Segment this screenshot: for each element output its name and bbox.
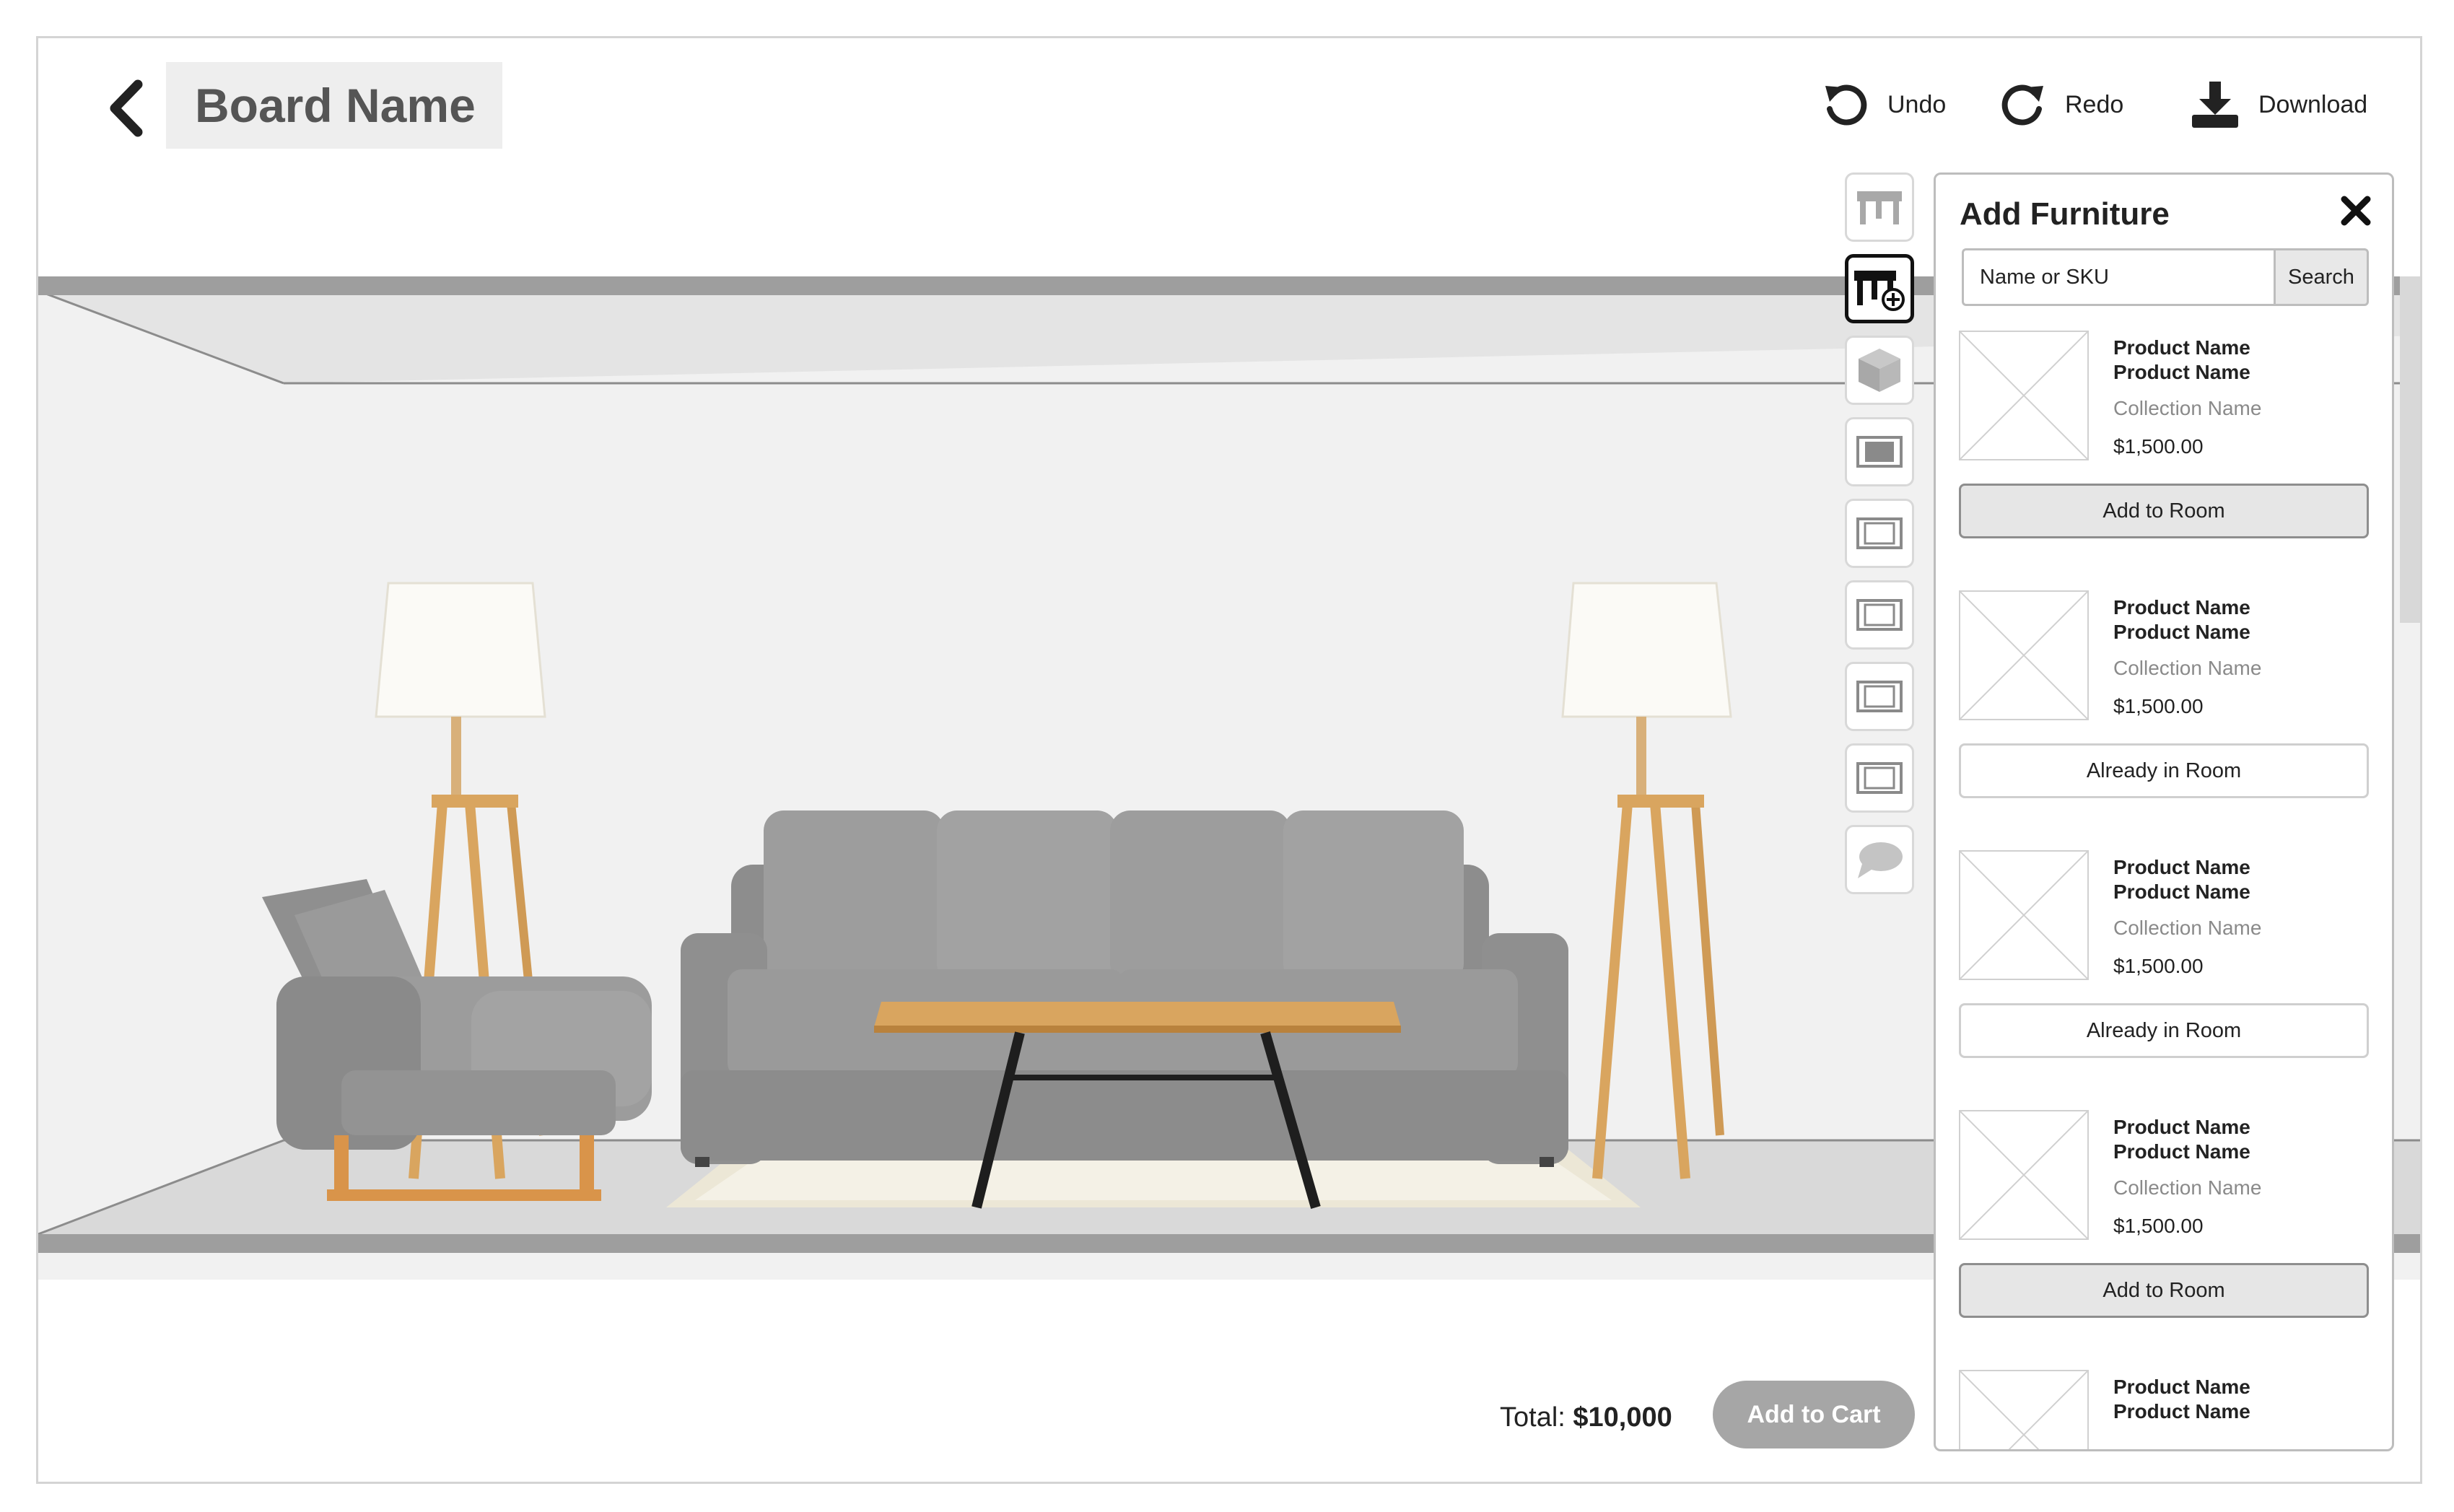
product-name: Product Name xyxy=(2113,880,2250,903)
right-floor-lamp xyxy=(1561,582,1732,1179)
already-in-room-button[interactable]: Already in Room xyxy=(1959,1003,2369,1058)
collection-name: Collection Name xyxy=(2113,917,2262,939)
redo-label: Redo xyxy=(2065,90,2124,118)
product-image-placeholder xyxy=(1959,1370,2089,1449)
frame-icon xyxy=(1856,599,1903,631)
add-furniture-tool[interactable] xyxy=(1845,254,1914,323)
already-in-room-button[interactable]: Already in Room xyxy=(1959,743,2369,798)
product-image-placeholder xyxy=(1959,590,2089,720)
chevron-left-icon xyxy=(110,79,143,137)
frame-icon xyxy=(1856,762,1903,794)
download-label: Download xyxy=(2258,90,2368,118)
search-row: Search xyxy=(1962,248,2369,306)
collection-name: Collection Name xyxy=(2113,657,2262,679)
product-image-placeholder xyxy=(1959,850,2089,980)
product-name: Product Name xyxy=(2113,1116,2250,1138)
undo-icon xyxy=(1825,84,1867,126)
total-label: Total: xyxy=(1500,1402,1566,1433)
product-name: Product Name xyxy=(2113,336,2250,359)
page-scrollbar[interactable] xyxy=(2400,276,2420,623)
sofa xyxy=(681,810,1568,1167)
close-panel-button[interactable] xyxy=(2340,195,2372,227)
product-name: Product Name xyxy=(2113,1376,2250,1398)
ceiling-diagonal xyxy=(38,289,284,385)
product-name: Product Name xyxy=(2113,1140,2250,1163)
tool-strip xyxy=(1845,172,1914,906)
rug xyxy=(666,1150,1641,1207)
close-icon xyxy=(2341,196,2371,226)
board-editor-window: Board Name Undo Redo Download Add Furnit… xyxy=(36,36,2422,1484)
floor-diagonal xyxy=(38,1139,284,1236)
product-price: $1,500.00 xyxy=(2113,435,2204,458)
product-name: Product Name xyxy=(2113,361,2250,383)
add-to-cart-button[interactable]: Add to Cart xyxy=(1713,1381,1915,1448)
frame-tool-5[interactable] xyxy=(1845,743,1914,813)
frame-tool-1[interactable] xyxy=(1845,417,1914,486)
product-card: Product Name Product Name Collection Nam… xyxy=(1959,850,2370,1067)
coffee-table xyxy=(874,1002,1401,1209)
add-table-icon xyxy=(1854,271,1905,311)
product-name: Product Name xyxy=(2113,856,2250,878)
download-icon xyxy=(2192,82,2238,128)
board-name-field[interactable]: Board Name xyxy=(166,62,502,149)
add-to-room-button[interactable]: Add to Room xyxy=(1959,1263,2369,1318)
product-card: Product Name Product Name Collection Nam… xyxy=(1959,331,2370,547)
product-card: Product Name Product Name Collection Nam… xyxy=(1959,590,2370,807)
cart-total: Total: $10,000 xyxy=(1500,1402,1672,1433)
total-value: $10,000 xyxy=(1573,1402,1672,1433)
frame-tool-4[interactable] xyxy=(1845,662,1914,731)
redo-icon xyxy=(2001,84,2043,126)
collection-name: Collection Name xyxy=(2113,1176,2262,1199)
product-image-placeholder xyxy=(1959,331,2089,460)
redo-button[interactable]: Redo xyxy=(1999,77,2123,132)
comment-tool[interactable] xyxy=(1845,825,1914,894)
product-name: Product Name xyxy=(2113,1400,2250,1423)
undo-label: Undo xyxy=(1887,90,1947,118)
cube-tool[interactable] xyxy=(1845,336,1914,405)
product-price: $1,500.00 xyxy=(2113,695,2204,717)
left-floor-lamp xyxy=(375,582,548,1179)
frame-tool-2[interactable] xyxy=(1845,499,1914,568)
add-to-room-button[interactable]: Add to Room xyxy=(1959,484,2369,538)
speech-bubble-icon xyxy=(1858,842,1903,878)
undo-button[interactable]: Undo xyxy=(1821,77,1946,132)
board-title: Board Name xyxy=(195,79,476,132)
download-button[interactable]: Download xyxy=(2189,77,2367,132)
product-card: Product Name Product Name xyxy=(1959,1370,2370,1449)
product-image-placeholder xyxy=(1959,1110,2089,1240)
product-name: Product Name xyxy=(2113,596,2250,619)
frame-icon xyxy=(1856,681,1903,712)
add-furniture-panel: Add Furniture Search Product Name Produc… xyxy=(1934,172,2394,1451)
product-price: $1,500.00 xyxy=(2113,1215,2204,1237)
armchair xyxy=(262,879,652,1201)
back-button[interactable] xyxy=(96,76,154,141)
frame-filled-icon xyxy=(1856,436,1903,468)
product-name: Product Name xyxy=(2113,621,2250,643)
frame-icon xyxy=(1856,517,1903,549)
product-card: Product Name Product Name Collection Nam… xyxy=(1959,1110,2370,1327)
table-tool[interactable] xyxy=(1845,172,1914,242)
panel-title: Add Furniture xyxy=(1960,196,2170,232)
cube-icon xyxy=(1859,349,1900,392)
frame-tool-3[interactable] xyxy=(1845,580,1914,650)
product-price: $1,500.00 xyxy=(2113,955,2204,977)
search-input[interactable] xyxy=(1962,248,2274,306)
search-button[interactable]: Search xyxy=(2274,248,2369,306)
collection-name: Collection Name xyxy=(2113,397,2262,419)
table-icon xyxy=(1857,191,1902,224)
